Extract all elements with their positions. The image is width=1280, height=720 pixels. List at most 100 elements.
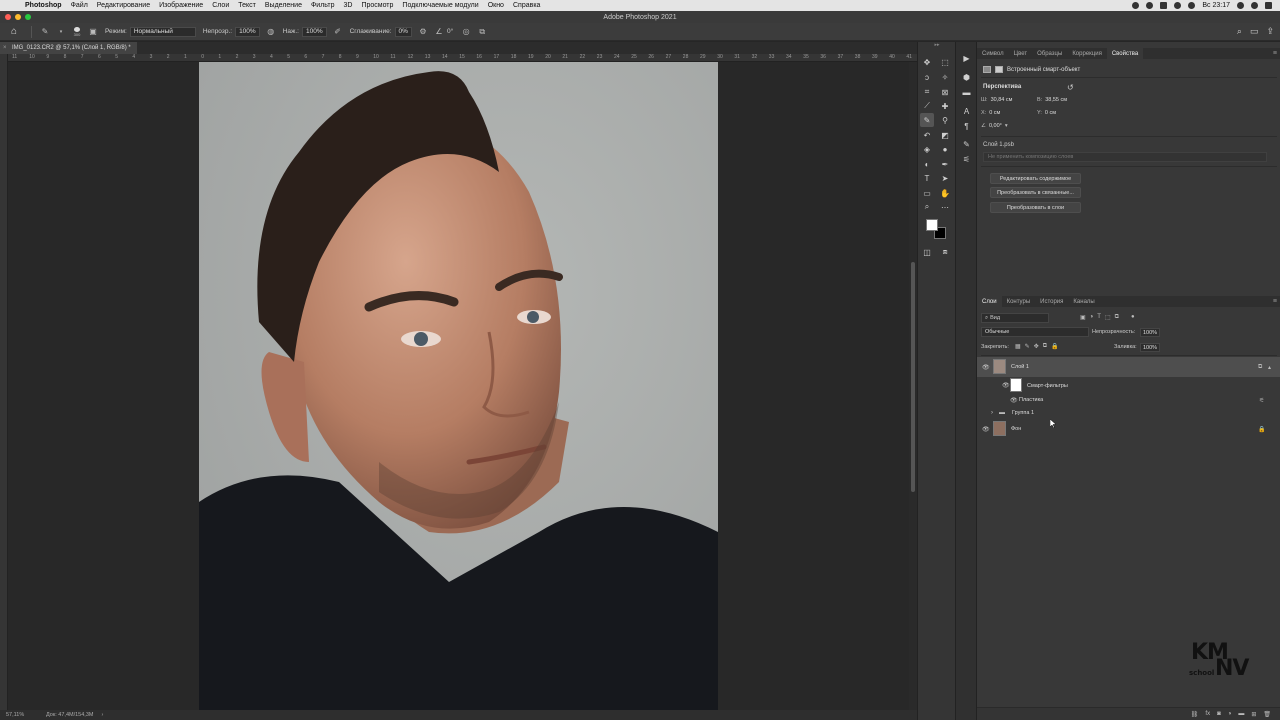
filter-smart-icon[interactable]: ⧉ bbox=[1115, 314, 1119, 321]
quick-mask-icon[interactable]: ◫ bbox=[920, 245, 934, 259]
filter-options-icon[interactable]: ⚟ bbox=[1259, 397, 1264, 404]
angle-value[interactable]: 0° bbox=[447, 28, 453, 35]
crop-tool-icon[interactable]: ⌗ bbox=[920, 85, 934, 99]
glyphs-icon[interactable]: ▬ bbox=[961, 87, 972, 98]
width-value[interactable]: 30,84 см bbox=[991, 97, 1013, 103]
dodge-tool-icon[interactable]: ◐ bbox=[920, 157, 934, 171]
menu-filter[interactable]: Фильтр bbox=[311, 2, 335, 9]
zoom-tool-icon[interactable]: ⌕ bbox=[920, 200, 934, 214]
rectangle-tool-icon[interactable]: ▭ bbox=[920, 186, 934, 200]
adjustments-icon[interactable]: ⚟ bbox=[961, 154, 972, 165]
chevron-down-icon[interactable]: ▾ bbox=[56, 27, 66, 37]
magic-wand-icon[interactable]: ✧ bbox=[938, 70, 952, 84]
search-icon[interactable]: ⌕ bbox=[1237, 26, 1242, 37]
zoom-level[interactable]: 57,11% bbox=[6, 712, 36, 718]
battery-icon[interactable] bbox=[1160, 2, 1168, 9]
filter-type-icon[interactable]: T bbox=[1097, 314, 1101, 321]
paragraph-icon[interactable]: ¶ bbox=[961, 121, 972, 132]
menu-type[interactable]: Текст bbox=[238, 2, 256, 9]
lock-artboard-icon[interactable]: ⧉ bbox=[1043, 343, 1047, 350]
pen-tool-icon[interactable]: ✒ bbox=[938, 157, 952, 171]
clone-stamp-icon[interactable]: ⚲ bbox=[938, 113, 952, 127]
layer-row-background[interactable]: 👁 Фон 🔒 bbox=[977, 419, 1280, 439]
siri-icon[interactable] bbox=[1251, 2, 1258, 9]
layer-row-smart-filters[interactable]: 👁 Смарт-фильтры bbox=[977, 377, 1280, 394]
display-icon[interactable] bbox=[1146, 2, 1154, 9]
wifi-icon[interactable] bbox=[1174, 2, 1182, 9]
add-mask-icon[interactable]: ◙ bbox=[1217, 711, 1221, 718]
control-center-icon[interactable] bbox=[1265, 2, 1272, 9]
layer-row-layer1[interactable]: 👁 Слой 1 ⧉ ▴ bbox=[977, 357, 1280, 377]
lock-pixels-icon[interactable]: ✎ bbox=[1025, 343, 1030, 350]
visibility-eye-icon[interactable]: 👁 bbox=[1010, 397, 1018, 404]
screen-mode-icon[interactable]: ⧈ bbox=[938, 245, 952, 259]
layer-comp-select[interactable]: Не применить композицию слоев bbox=[983, 152, 1267, 162]
chevron-right-icon[interactable]: › bbox=[101, 712, 103, 718]
tab-glyphs[interactable]: Символ bbox=[977, 48, 1009, 59]
new-group-icon[interactable]: ▬ bbox=[1238, 711, 1244, 718]
vertical-scrollbar[interactable] bbox=[909, 62, 917, 710]
layer-opacity-input[interactable]: 100% bbox=[1140, 328, 1161, 337]
menu-edit[interactable]: Редактирование bbox=[97, 2, 150, 9]
filter-toggle-icon[interactable]: ● bbox=[1131, 314, 1135, 321]
layer-name[interactable]: Фон bbox=[1011, 426, 1021, 432]
filter-shape-icon[interactable]: ⬚ bbox=[1105, 314, 1111, 321]
spotlight-icon[interactable] bbox=[1237, 2, 1244, 9]
visibility-eye-icon[interactable]: 👁 bbox=[982, 426, 990, 433]
visibility-eye-icon[interactable]: 👁 bbox=[982, 364, 990, 371]
layer-name[interactable]: Слой 1 bbox=[1011, 364, 1029, 370]
lock-all-icon[interactable]: 🔒 bbox=[1051, 343, 1058, 350]
opacity-input[interactable]: 100% bbox=[235, 26, 260, 37]
fill-input[interactable]: 100% bbox=[1140, 343, 1161, 352]
home-icon[interactable]: ⌂ bbox=[8, 26, 20, 38]
menu-layer[interactable]: Слои bbox=[212, 2, 229, 9]
convert-to-linked-button[interactable]: Преобразовать в связанные... bbox=[990, 187, 1081, 198]
menu-plugins[interactable]: Подключаемые модули bbox=[402, 2, 478, 9]
close-window-button[interactable] bbox=[5, 14, 11, 20]
airbrush-icon[interactable]: ✐ bbox=[333, 27, 343, 37]
delete-layer-icon[interactable]: 🗑 bbox=[1263, 711, 1271, 718]
new-layer-icon[interactable]: ⊞ bbox=[1251, 711, 1256, 718]
brush-settings-panel-icon[interactable]: ✎ bbox=[961, 139, 972, 150]
layer-filter-select[interactable]: ⌕ Вид bbox=[981, 313, 1049, 323]
brush-tool-icon[interactable]: ✎ bbox=[40, 27, 50, 37]
scroll-thumb[interactable] bbox=[911, 262, 915, 492]
menu-help[interactable]: Справка bbox=[513, 2, 540, 9]
vertical-ruler[interactable] bbox=[0, 54, 8, 710]
filter-mask-thumbnail[interactable] bbox=[1010, 378, 1022, 392]
tab-channels[interactable]: Каналы bbox=[1068, 296, 1099, 307]
character-icon[interactable]: A bbox=[961, 106, 972, 117]
tab-history[interactable]: История bbox=[1035, 296, 1068, 307]
tab-swatches[interactable]: Образцы bbox=[1032, 48, 1067, 59]
healing-brush-icon[interactable]: ✚ bbox=[938, 99, 952, 113]
filter-adjustment-icon[interactable]: ◑ bbox=[1090, 314, 1094, 321]
flow-input[interactable]: 100% bbox=[301, 26, 327, 37]
panel-grip[interactable]: ▸▸ bbox=[918, 42, 956, 48]
edit-contents-button[interactable]: Редактировать содержимое bbox=[990, 173, 1081, 184]
x-value[interactable]: 0 см bbox=[989, 110, 1000, 116]
share-icon[interactable]: ⇪ bbox=[1266, 26, 1274, 37]
menu-window[interactable]: Окно bbox=[488, 2, 504, 9]
chevron-down-icon[interactable]: ▾ bbox=[1005, 123, 1008, 129]
adjustment-layer-icon[interactable]: ◑ bbox=[1228, 711, 1232, 718]
history-brush-icon[interactable]: ↶ bbox=[920, 128, 934, 142]
lock-transparency-icon[interactable]: ▦ bbox=[1015, 343, 1021, 350]
brush-tool-icon[interactable]: ✎ bbox=[920, 113, 934, 127]
chevron-right-icon[interactable]: › bbox=[991, 410, 993, 416]
horizontal-ruler[interactable]: 11 10 9 8 7 6 5 4 3 2 1 0 1 2 3 4 5 6 7 8 9 10 11 12 13 14 15 16 17 1… bbox=[8, 54, 917, 62]
symmetry-icon[interactable]: ⧉ bbox=[477, 27, 487, 37]
lock-position-icon[interactable]: ✥ bbox=[1034, 343, 1039, 350]
tab-layers[interactable]: Слои bbox=[977, 296, 1002, 307]
tab-properties[interactable]: Свойства bbox=[1106, 48, 1144, 59]
frame-tool-icon[interactable]: ⊠ bbox=[938, 85, 952, 99]
brush-settings-icon[interactable]: ▣ bbox=[88, 27, 98, 37]
pressure-opacity-icon[interactable]: ◍ bbox=[266, 27, 276, 37]
minimize-window-button[interactable] bbox=[15, 14, 21, 20]
zoom-window-button[interactable] bbox=[25, 14, 31, 20]
paint-bucket-icon[interactable]: ◈ bbox=[920, 142, 934, 156]
type-tool-icon[interactable]: T bbox=[920, 171, 934, 185]
apple-icon[interactable] bbox=[10, 1, 19, 10]
panel-menu-icon[interactable]: ≡ bbox=[1273, 50, 1277, 57]
layer-row-group1[interactable]: › ▬ Группа 1 bbox=[977, 406, 1280, 419]
smoothing-input[interactable]: 0% bbox=[394, 26, 412, 37]
